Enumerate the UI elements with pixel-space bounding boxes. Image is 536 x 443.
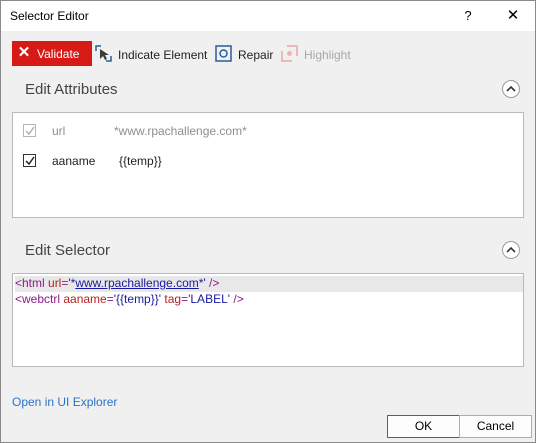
open-in-ui-explorer-link[interactable]: Open in UI Explorer <box>12 395 117 409</box>
edit-selector-title: Edit Selector <box>25 242 111 259</box>
highlight-label: Highlight <box>304 48 351 62</box>
selector-text-editor[interactable]: <html url='*www.rpachallenge.com*' /> <w… <box>12 273 524 367</box>
selector-editor-window: Selector Editor ? ✕ ✕ Validate Indicate … <box>0 0 536 443</box>
selector-line-1: <html url='*www.rpachallenge.com*' /> <box>15 276 523 292</box>
highlight-button[interactable]: Highlight <box>281 41 361 66</box>
title-bar: Selector Editor ? ✕ <box>1 1 535 31</box>
attribute-name: url <box>52 124 66 138</box>
close-button[interactable]: ✕ <box>501 5 525 27</box>
selector-eq: = <box>106 292 114 306</box>
edit-attributes-title: Edit Attributes <box>25 81 118 98</box>
repair-label: Repair <box>238 48 274 62</box>
selector-tag: <webctrl <box>15 292 64 306</box>
help-button[interactable]: ? <box>457 5 479 27</box>
indicate-element-label: Indicate Element <box>118 48 208 62</box>
attribute-row-url[interactable]: url *www.rpachallenge.com* <box>23 123 503 141</box>
selector-tag-close: /> <box>205 276 220 290</box>
collapse-attributes-button[interactable] <box>502 80 520 98</box>
toolbar: ✕ Validate Indicate Element Repair Highl… <box>1 39 535 69</box>
collapse-selector-button[interactable] <box>502 241 520 259</box>
chevron-up-icon <box>506 246 516 253</box>
attribute-value[interactable]: *www.rpachallenge.com* <box>114 124 247 138</box>
selector-url-link[interactable]: www.rpachallenge.com <box>75 276 198 290</box>
indicate-element-icon <box>95 45 112 62</box>
close-icon: ✕ <box>17 44 31 61</box>
attribute-checkbox-url[interactable] <box>23 124 36 137</box>
highlight-icon <box>281 45 298 62</box>
attribute-value[interactable]: {{temp}} <box>119 154 162 168</box>
repair-button[interactable]: Repair <box>215 41 275 66</box>
selector-quote: *' <box>198 276 206 290</box>
validate-label: Validate <box>37 47 80 61</box>
chevron-up-icon <box>506 85 516 92</box>
indicate-element-button[interactable]: Indicate Element <box>95 41 209 66</box>
ok-button[interactable]: OK <box>387 415 460 438</box>
selector-attr: aaname <box>63 292 107 306</box>
selector-tag: <html <box>15 276 49 290</box>
validate-button[interactable]: ✕ Validate <box>12 41 92 66</box>
attribute-checkbox-aaname[interactable] <box>23 154 36 167</box>
window-title: Selector Editor <box>10 9 89 23</box>
checkmark-icon <box>25 126 35 136</box>
selector-value: 'LABEL' <box>188 292 231 306</box>
cancel-button[interactable]: Cancel <box>459 415 532 438</box>
checkmark-icon <box>25 156 35 166</box>
selector-attr: url <box>48 276 62 290</box>
selector-tag-close: /> <box>230 292 244 306</box>
attribute-row-aaname[interactable]: aaname {{temp}} <box>23 153 503 171</box>
repair-icon <box>215 45 232 62</box>
selector-value: '{{temp}}' <box>113 292 162 306</box>
selector-line-2: <webctrl aaname='{{temp}}' tag='LABEL' /… <box>15 292 523 308</box>
attribute-name: aaname <box>52 154 96 168</box>
edit-selector-header: Edit Selector <box>12 240 525 262</box>
selector-attr: tag <box>164 292 182 306</box>
edit-attributes-header: Edit Attributes <box>12 79 525 101</box>
attributes-list: url *www.rpachallenge.com* aaname {{temp… <box>12 112 524 218</box>
